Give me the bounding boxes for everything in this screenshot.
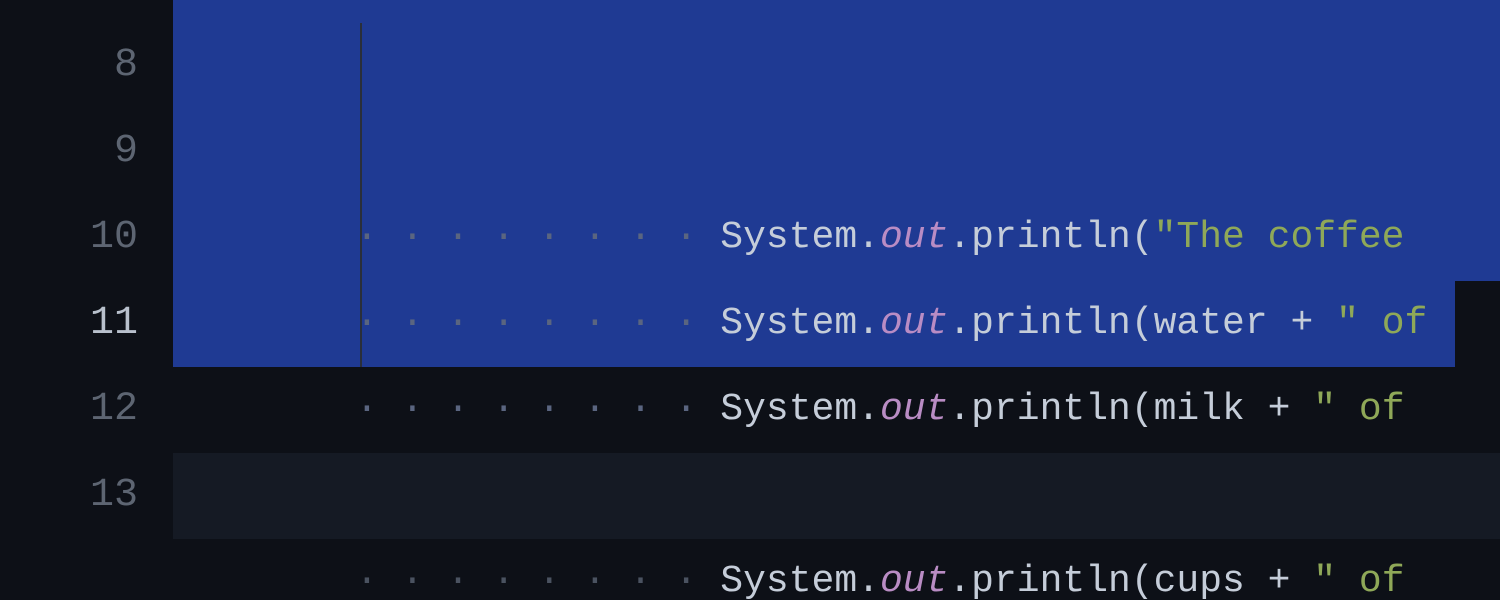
variable: milk [1154, 388, 1245, 431]
line-number-current: 11 [0, 281, 173, 367]
field: out [880, 388, 948, 431]
indent-guide [360, 23, 362, 367]
method-call: println [971, 388, 1131, 431]
code-line[interactable]: · · · · · · · · System.out.println(water… [173, 109, 1500, 195]
string-literal: "The coffee [1154, 216, 1428, 259]
string-literal: " of [1313, 388, 1427, 431]
line-number [0, 0, 173, 23]
code-line[interactable]: · · · · public static void print(int wat… [173, 0, 1500, 23]
line-number: 13 [0, 453, 173, 539]
method-call: println [971, 216, 1131, 259]
whitespace: · · · · · · · · [355, 302, 720, 345]
line-number: 12 [0, 367, 173, 453]
code-line[interactable]: · · · · · · · · System.out.println(money… [173, 453, 1500, 539]
class-ref: System [720, 216, 857, 259]
line-number: 8 [0, 23, 173, 109]
gutter: 8 9 10 11 12 13 [0, 0, 173, 600]
string-literal: " of [1313, 560, 1427, 600]
method-call: println [971, 302, 1131, 345]
variable: cups [1154, 560, 1245, 600]
code-editor[interactable]: 8 9 10 11 12 13 · · · · public static vo… [0, 0, 1500, 600]
field: out [880, 216, 948, 259]
class-ref: System [720, 388, 857, 431]
code-area[interactable]: · · · · public static void print(int wat… [173, 0, 1500, 600]
line-number: 10 [0, 195, 173, 281]
class-ref: System [720, 560, 857, 600]
field: out [880, 302, 948, 345]
string-literal: " of [1336, 302, 1427, 345]
variable: water [1154, 302, 1268, 345]
class-ref: System [720, 302, 857, 345]
line-number: 9 [0, 109, 173, 195]
whitespace: · · · · · · · · [355, 560, 720, 600]
whitespace: · · · · · · · · [355, 388, 720, 431]
code-line[interactable]: · · · · · · · · System.out.println("The … [173, 23, 1500, 109]
whitespace: · · · · · · · · [355, 216, 720, 259]
method-call: println [971, 560, 1131, 600]
field: out [880, 560, 948, 600]
